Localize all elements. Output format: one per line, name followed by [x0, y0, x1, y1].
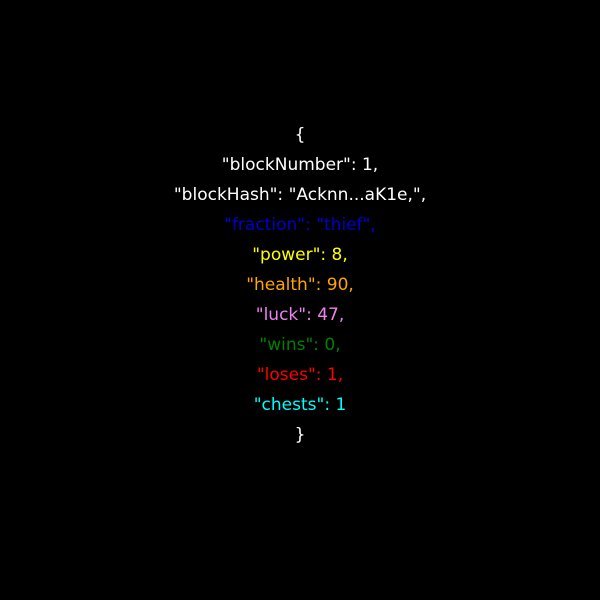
chests-line: "chests": 1: [253, 395, 347, 415]
open-brace: {: [294, 125, 306, 145]
loses-line: "loses": 1,: [256, 365, 344, 385]
block-hash-line: "blockHash": "Acknn...aK1e,",: [173, 185, 427, 205]
health-line: "health": 90,: [246, 275, 354, 295]
power-line: "power": 8,: [252, 245, 348, 265]
close-brace: }: [294, 425, 306, 445]
block-number-line: "blockNumber": 1,: [221, 155, 379, 175]
wins-line: "wins": 0,: [259, 335, 341, 355]
luck-line: "luck": 47,: [255, 305, 345, 325]
json-display: { "blockNumber": 1, "blockHash": "Acknn.…: [0, 120, 600, 450]
fraction-line: "fraction": "thief",: [224, 215, 376, 235]
